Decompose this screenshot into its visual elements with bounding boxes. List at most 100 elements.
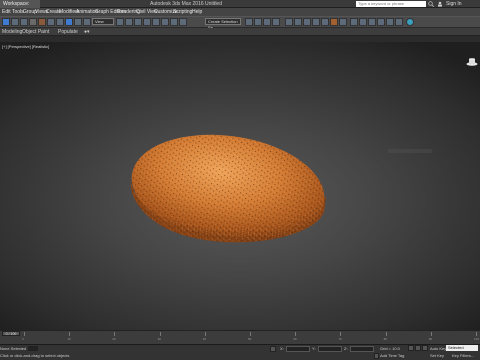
lock-selection-icon[interactable] [270, 346, 276, 352]
toolbar-icon-e[interactable] [386, 18, 394, 26]
timeline-tick [430, 332, 432, 336]
timeline-tick [295, 332, 297, 336]
reference-coordinate-dropdown[interactable]: View [92, 18, 114, 25]
toolbar-icon-a[interactable] [350, 18, 358, 26]
viewcube-icon[interactable] [466, 58, 478, 66]
redo-icon[interactable] [11, 18, 19, 26]
align-icon[interactable] [254, 18, 262, 26]
timeline-tick [476, 332, 477, 336]
select-manipulate-icon[interactable] [125, 18, 133, 26]
tab-populate[interactable]: Populate [58, 28, 78, 36]
x-coordinate-field[interactable] [286, 346, 310, 352]
scene-canvas [130, 134, 432, 243]
time-slider-track[interactable] [0, 330, 480, 344]
grid-size: Grid = 10.0 [380, 346, 400, 351]
search-input[interactable]: Type a keyword or phrase [356, 1, 426, 7]
y-coordinate-field[interactable] [318, 346, 342, 352]
spinner-snap-icon[interactable] [170, 18, 178, 26]
z-label: Z: [344, 346, 348, 351]
menu-edit[interactable]: Edit [2, 8, 11, 16]
search-icon[interactable] [428, 1, 435, 8]
mirror-icon[interactable] [245, 18, 253, 26]
timeline-tick-label: 80 [383, 337, 387, 341]
select-move-icon[interactable] [65, 18, 73, 26]
timeline-tick-label: 0 [22, 337, 24, 341]
render-production-icon[interactable] [330, 18, 338, 26]
toolbar-icon-b[interactable] [359, 18, 367, 26]
select-by-name-icon[interactable] [38, 18, 46, 26]
a360-icon[interactable] [406, 18, 414, 26]
tab-object-paint[interactable]: Object Paint [22, 28, 49, 36]
percent-snap-icon[interactable] [161, 18, 169, 26]
ribbon-options-icon[interactable]: ●▾ [84, 28, 90, 36]
key-selection-dropdown[interactable]: Selected [446, 345, 478, 351]
go-to-start-icon[interactable] [408, 345, 414, 351]
timeline-tick-label: 50 [248, 337, 252, 341]
named-selection-set-field[interactable]: Create Selection Se [205, 18, 241, 30]
scene-explorer-icon[interactable] [263, 18, 271, 26]
timeline-tick-label: 100 [474, 337, 480, 341]
rendered-frame-window-icon[interactable] [321, 18, 329, 26]
selection-status: None Selected [0, 346, 27, 351]
window-title: Autodesk 3ds Max 2016 Untitled [150, 1, 222, 7]
timeline-tick [385, 332, 387, 336]
workspace-dropdown[interactable]: Workspace: Default [0, 0, 40, 15]
timeline-tick [114, 332, 116, 336]
prev-frame-icon[interactable] [415, 345, 421, 351]
window-crossing-icon[interactable] [56, 18, 64, 26]
time-tag-icon[interactable] [374, 353, 379, 359]
sign-in-link[interactable]: Sign In [446, 0, 462, 8]
timeline-tick [204, 332, 206, 336]
auto-key-button[interactable]: Auto Key [430, 346, 446, 351]
timeline-tick-label: 40 [202, 337, 207, 341]
timeline-tick [159, 332, 161, 336]
z-coordinate-field[interactable] [350, 346, 374, 352]
snaps-toggle-icon[interactable] [143, 18, 151, 26]
timeline-tick [340, 332, 342, 336]
tab-modeling[interactable]: Modeling [2, 28, 22, 36]
timeline-tick-label: 20 [112, 337, 116, 341]
play-icon[interactable] [422, 345, 428, 351]
keyboard-shortcut-icon[interactable] [134, 18, 142, 26]
user-icon[interactable] [437, 1, 443, 7]
cookie-object [130, 134, 326, 243]
layer-explorer-icon[interactable] [272, 18, 280, 26]
curve-editor-icon[interactable] [285, 18, 293, 26]
schematic-view-icon[interactable] [294, 18, 302, 26]
render-iterative-icon[interactable] [339, 18, 347, 26]
edit-named-selection-icon[interactable] [179, 18, 187, 26]
toolbar-icon-d[interactable] [377, 18, 385, 26]
toolbar-icon-f[interactable] [395, 18, 403, 26]
menu-tools[interactable]: Tools [12, 8, 24, 16]
perspective-viewport[interactable] [0, 42, 480, 330]
timeline-tick-label: 10 [67, 337, 71, 341]
rectangular-region-icon[interactable] [47, 18, 55, 26]
timeline-tick [69, 332, 71, 336]
select-object-icon[interactable] [29, 18, 37, 26]
add-time-tag[interactable]: Add Time Tag [380, 353, 404, 358]
material-editor-icon[interactable] [303, 18, 311, 26]
timeline-tick [250, 332, 251, 336]
select-rotate-icon[interactable] [74, 18, 82, 26]
pivot-center-icon[interactable] [116, 18, 124, 26]
timeline-tick-label: 60 [293, 337, 297, 341]
viewport-label[interactable]: [+] [Perspective] [Realistic] [2, 44, 49, 49]
y-label: Y: [312, 346, 316, 351]
prompt-line: Click or click-and-drag to select object… [0, 353, 70, 358]
toolbar-icon-c[interactable] [368, 18, 376, 26]
timeline-tick-label: 90 [428, 337, 433, 341]
maxscript-listener-field[interactable] [28, 346, 38, 351]
key-filters-button[interactable]: Key Filters... [452, 353, 474, 358]
time-slider-handle[interactable]: 0 / 100 [2, 331, 20, 336]
set-key-button[interactable]: Set Key [430, 353, 444, 358]
menu-help[interactable]: Help [192, 8, 202, 16]
link-icon[interactable] [20, 18, 28, 26]
x-label: X: [280, 346, 284, 351]
render-setup-icon[interactable] [312, 18, 320, 26]
timeline-tick-label: 30 [157, 337, 161, 341]
menu-scripting[interactable]: Scripting [173, 8, 192, 16]
angle-snap-icon[interactable] [152, 18, 160, 26]
select-scale-icon[interactable] [83, 18, 91, 26]
timeline-tick-label: 70 [338, 337, 342, 341]
undo-icon[interactable] [2, 18, 10, 26]
